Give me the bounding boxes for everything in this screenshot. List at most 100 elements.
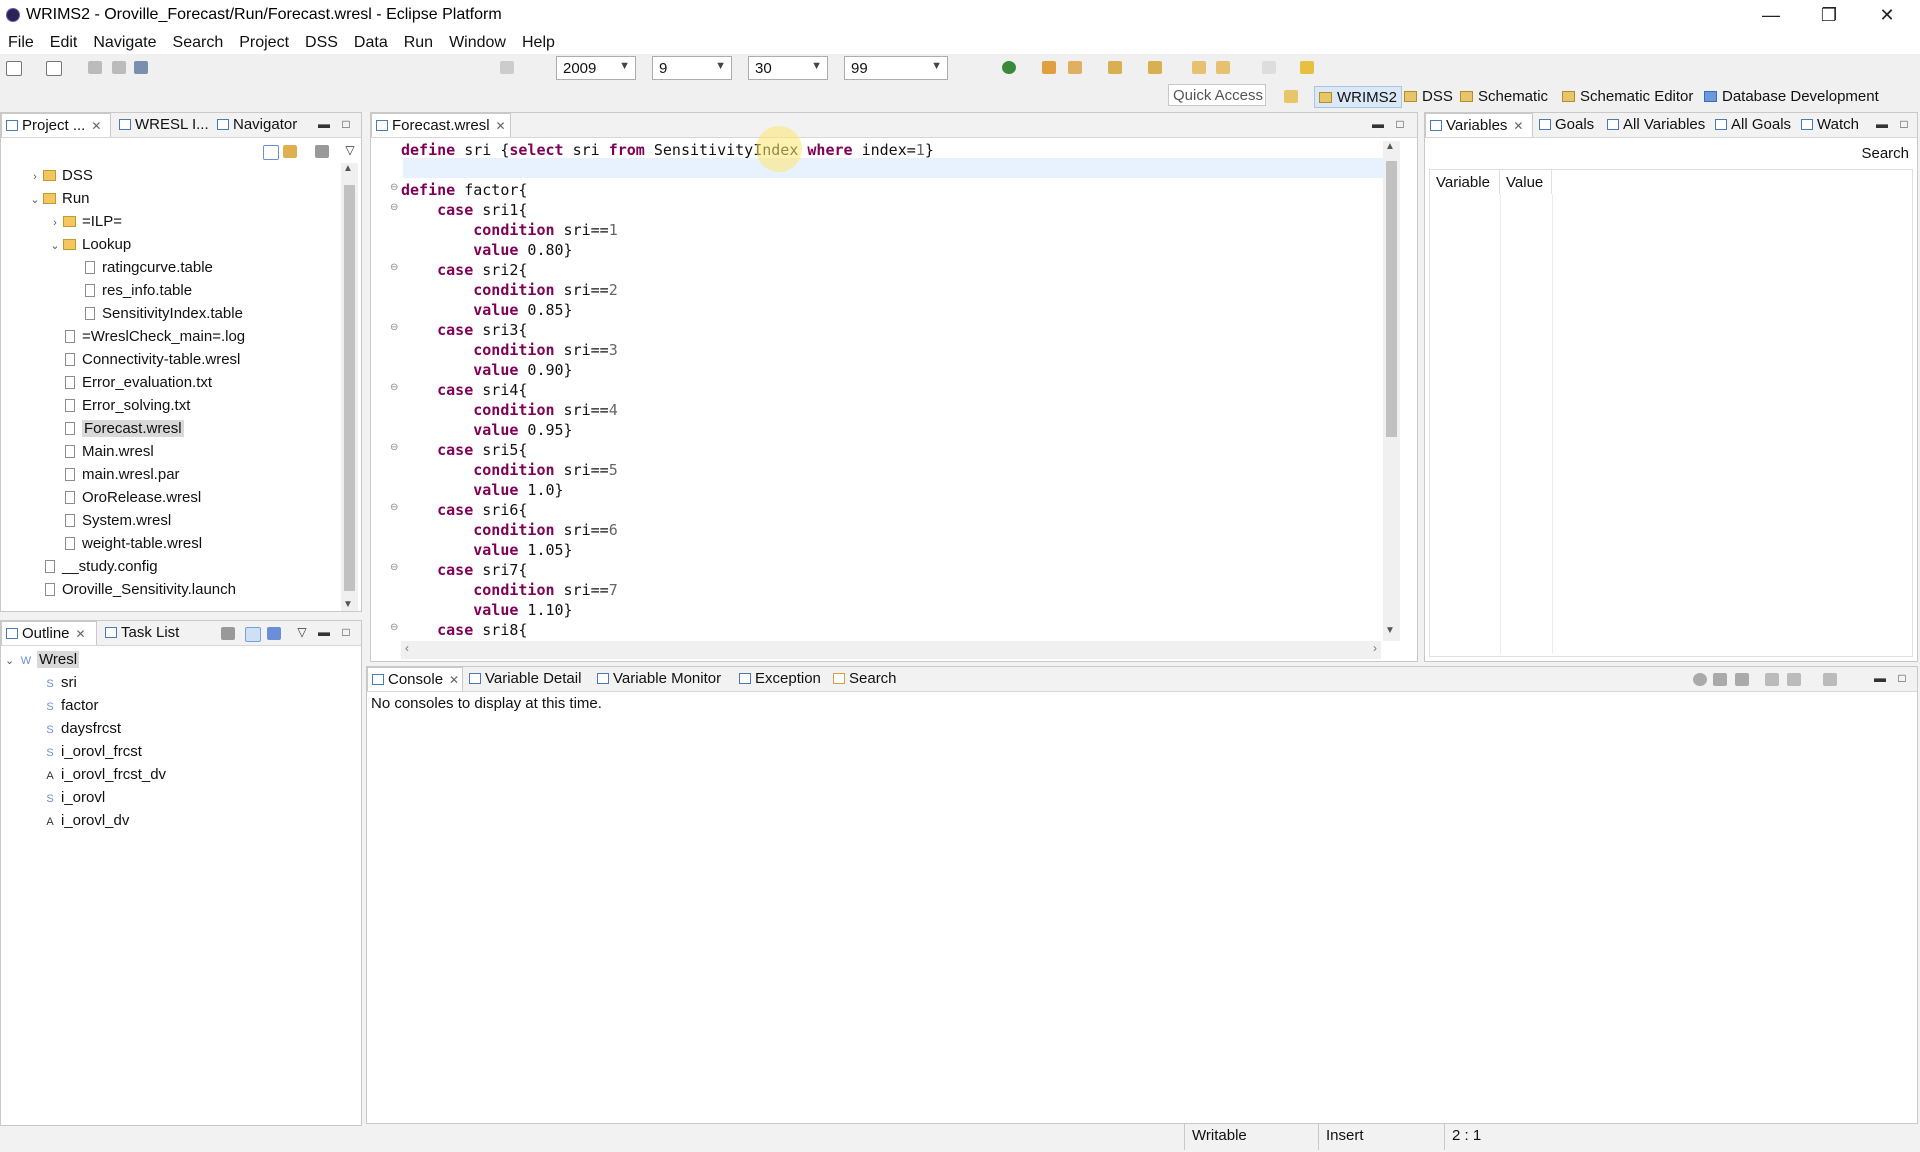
- sort-icon[interactable]: [267, 627, 281, 640]
- outline-item[interactable]: Ai_orovl_dv: [43, 810, 129, 832]
- outline-item[interactable]: Sdaysfrcst: [43, 718, 121, 740]
- code-line[interactable]: value 0.80}: [401, 240, 572, 260]
- view-menu-icon[interactable]: ▽: [343, 143, 357, 157]
- code-line[interactable]: case sri4{: [401, 380, 527, 400]
- code-line[interactable]: define sri {select sri from SensitivityI…: [401, 140, 934, 160]
- code-line[interactable]: value 1.05}: [401, 540, 572, 560]
- fold-toggle-icon[interactable]: ⊖: [390, 562, 398, 573]
- code-line[interactable]: condition sri==1: [401, 220, 618, 240]
- outline-item[interactable]: Ai_orovl_frcst_dv: [43, 764, 166, 786]
- tab-search[interactable]: Search: [829, 667, 923, 691]
- last-edit-icon[interactable]: [1192, 61, 1206, 74]
- annotation-icon[interactable]: [1108, 61, 1122, 74]
- scroll-down-icon[interactable]: ▼: [1385, 625, 1395, 636]
- minimize-icon[interactable]: ▬: [317, 625, 331, 639]
- year-select[interactable]: 2009 ▼: [556, 56, 636, 80]
- column-header-value[interactable]: Value: [1500, 170, 1552, 194]
- fold-toggle-icon[interactable]: ⊖: [390, 322, 398, 333]
- code-line[interactable]: case sri6{: [401, 500, 527, 520]
- restore-button[interactable]: ❐: [1800, 0, 1858, 30]
- display-console-icon[interactable]: [1787, 673, 1801, 686]
- fold-toggle-icon[interactable]: ⊖: [390, 442, 398, 453]
- maximize-icon[interactable]: □: [339, 117, 353, 131]
- tree-item-oroville-sensitivity-launch[interactable]: Oroville_Sensitivity.launch: [27, 579, 236, 601]
- minimize-icon[interactable]: ▬: [317, 117, 331, 131]
- menu-file[interactable]: File: [0, 30, 42, 54]
- close-button[interactable]: ✕: [1858, 0, 1916, 30]
- tree-item-ratingcurve-table[interactable]: ratingcurve.table: [67, 257, 213, 279]
- menu-dss[interactable]: DSS: [297, 30, 346, 54]
- fold-toggle-icon[interactable]: ⊖: [390, 382, 398, 393]
- tree-item-study-config[interactable]: __study.config: [27, 556, 158, 578]
- code-line[interactable]: condition sri==5: [401, 460, 618, 480]
- tab-project-explorer[interactable]: Project ... ✕: [1, 113, 111, 137]
- sync-icon[interactable]: [221, 627, 235, 640]
- new-icon[interactable]: [6, 61, 22, 76]
- month-select[interactable]: 9 ▼: [652, 56, 732, 80]
- tab-outline[interactable]: Outline ✕: [1, 621, 97, 645]
- code-line[interactable]: case sri5{: [401, 440, 527, 460]
- day-select[interactable]: 30 ▼: [748, 56, 828, 80]
- outline-item[interactable]: Si_orovl_frcst: [43, 741, 142, 763]
- code-line[interactable]: condition sri==4: [401, 400, 618, 420]
- tab-variable-detail[interactable]: Variable Detail: [465, 667, 611, 691]
- perspective-dss[interactable]: DSS: [1400, 86, 1457, 108]
- scroll-down-icon[interactable]: ▼: [343, 599, 353, 610]
- close-icon[interactable]: ✕: [496, 119, 506, 133]
- tree-item-wreslcheck-main-log[interactable]: =WreslCheck_main=.log: [47, 326, 245, 348]
- remove-all-icon[interactable]: [1735, 673, 1749, 686]
- scroll-right-icon[interactable]: ›: [1373, 641, 1377, 655]
- menu-window[interactable]: Window: [441, 30, 514, 54]
- scroll-up-icon[interactable]: ▲: [1385, 141, 1395, 152]
- code-line[interactable]: value 0.90}: [401, 360, 572, 380]
- tree-item-main-wresl-par[interactable]: main.wresl.par: [47, 464, 180, 486]
- cycle-select[interactable]: 99 ▼: [844, 56, 948, 80]
- maximize-icon[interactable]: □: [1393, 117, 1407, 131]
- code-line[interactable]: case sri7{: [401, 560, 527, 580]
- tree-item-ilp[interactable]: › =ILP=: [47, 211, 122, 233]
- view-menu-icon[interactable]: ▽: [295, 625, 309, 639]
- code-line[interactable]: condition sri==7: [401, 580, 618, 600]
- menu-project[interactable]: Project: [231, 30, 297, 54]
- code-line[interactable]: value 1.10}: [401, 600, 572, 620]
- minimize-icon[interactable]: ▬: [1873, 671, 1887, 685]
- pin-console-icon[interactable]: [1765, 673, 1779, 686]
- code-line[interactable]: value 0.95}: [401, 420, 572, 440]
- tree-item-res-info-table[interactable]: res_info.table: [67, 280, 192, 302]
- outline-root[interactable]: ⌄ W Wresl: [5, 649, 80, 671]
- code-line[interactable]: value 0.85}: [401, 300, 572, 320]
- save-all-icon[interactable]: [112, 61, 126, 74]
- run-icon[interactable]: [1002, 61, 1016, 74]
- tree-item-weight-table-wresl[interactable]: weight-table.wresl: [47, 533, 202, 555]
- menu-help[interactable]: Help: [514, 30, 563, 54]
- print-icon[interactable]: [134, 61, 148, 74]
- tree-item-run[interactable]: ⌄ Run: [27, 188, 89, 211]
- code-line[interactable]: define factor{: [401, 180, 527, 200]
- perspective-schematic[interactable]: Schematic: [1456, 86, 1552, 108]
- next-annotation-icon[interactable]: [1148, 61, 1162, 74]
- menu-edit[interactable]: Edit: [42, 30, 86, 54]
- scroll-left-icon[interactable]: ‹: [405, 641, 409, 655]
- code-line[interactable]: condition sri==3: [401, 340, 618, 360]
- editor-horizontal-scrollbar[interactable]: ‹ ›: [401, 641, 1381, 659]
- code-line[interactable]: case sri1{: [401, 200, 527, 220]
- open-perspective-icon[interactable]: [1284, 90, 1298, 103]
- perspective-wrims2[interactable]: WRIMS2: [1314, 86, 1402, 108]
- maximize-icon[interactable]: □: [1895, 671, 1909, 685]
- scroll-thumb[interactable]: [344, 185, 355, 591]
- code-line[interactable]: case sri2{: [401, 260, 527, 280]
- outline-item[interactable]: Sfactor: [43, 695, 98, 717]
- code-line[interactable]: condition sri==2: [401, 280, 618, 300]
- outline-item[interactable]: Si_orovl: [43, 787, 105, 809]
- link-editor-icon[interactable]: [283, 145, 297, 158]
- tab-variables[interactable]: Variables ✕: [1425, 113, 1533, 137]
- menu-data[interactable]: Data: [346, 30, 396, 54]
- tree-item-system-wresl[interactable]: System.wresl: [47, 510, 171, 532]
- menu-search[interactable]: Search: [165, 30, 232, 54]
- close-icon[interactable]: ✕: [449, 673, 459, 687]
- open-console-icon[interactable]: [1823, 673, 1837, 686]
- code-line[interactable]: condition sri==6: [401, 520, 618, 540]
- chevron-down-icon[interactable]: ⌄: [27, 189, 43, 211]
- collapse-all-icon[interactable]: [263, 145, 279, 160]
- chevron-down-icon[interactable]: ⌄: [47, 235, 63, 257]
